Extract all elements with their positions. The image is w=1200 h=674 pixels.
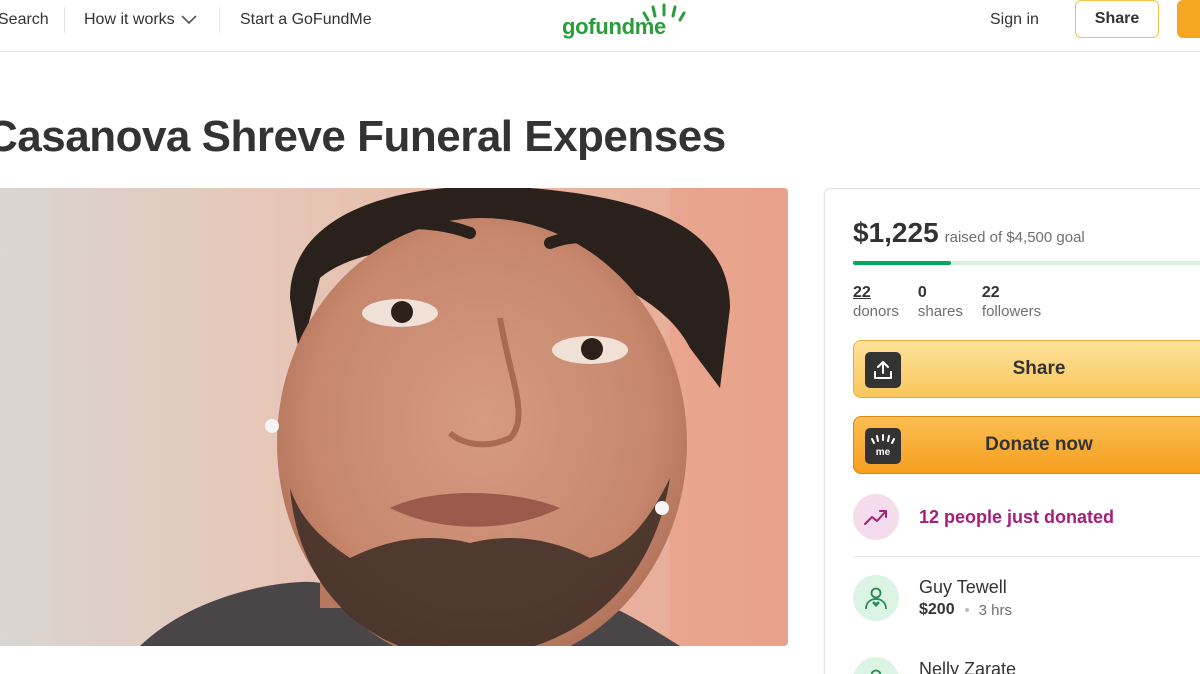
- header-start-button[interactable]: [1177, 0, 1200, 38]
- share-button-label: Share: [1012, 358, 1066, 379]
- donor-name: Nelly Zarate: [919, 659, 1017, 674]
- nav-start-label: Start a GoFundMe: [240, 11, 372, 28]
- raised-amount: $1,225: [853, 217, 939, 248]
- campaign-hero-photo: [0, 188, 788, 646]
- trending-up-icon: [853, 494, 899, 540]
- stat-followers: 22 followers: [982, 283, 1041, 322]
- header-share-button[interactable]: Share: [1075, 0, 1159, 38]
- stat-followers-label: followers: [981, 303, 1042, 320]
- progress-bar-fill: [853, 261, 951, 265]
- nav-start-gofundme-link[interactable]: Start a GoFundMe: [240, 10, 372, 30]
- raised-summary: $1,225 raised of $4,500 goal: [853, 217, 1085, 249]
- raised-goal-text: raised of $4,500 goal: [944, 229, 1085, 246]
- campaign-title: Casanova Shreve Funeral Expenses: [0, 112, 726, 161]
- donate-now-button[interactable]: me Donate now: [853, 416, 1200, 474]
- logo-sun-icon: [642, 3, 686, 22]
- stat-donors-label: donors: [853, 303, 899, 320]
- separator-dot: [964, 608, 969, 612]
- campaign-stats: 22 donors 0 shares 22 followers: [853, 283, 1060, 322]
- donor-meta: $200 3 hrs: [919, 601, 1012, 619]
- stat-followers-value: 22: [981, 284, 1000, 301]
- gofundme-logo[interactable]: gofundme: [562, 2, 692, 42]
- donation-amount: $200: [919, 601, 955, 618]
- donor-info: Guy Tewell $200 3 hrs: [919, 575, 1012, 621]
- card-divider: [853, 556, 1200, 557]
- share-upload-icon: [865, 352, 901, 388]
- campaign-photo-illustration: [0, 188, 788, 646]
- nav-signin-link[interactable]: Sign in: [990, 10, 1039, 30]
- stat-donors-value[interactable]: 22: [853, 283, 899, 302]
- recent-donations-trend: 12 people just donated: [853, 494, 1114, 540]
- nav-divider: [219, 7, 220, 33]
- donation-list-item: Guy Tewell $200 3 hrs: [853, 575, 1012, 621]
- nav-signin-label: Sign in: [990, 11, 1039, 28]
- stat-shares-value: 0: [917, 284, 927, 301]
- stat-donors[interactable]: 22 donors: [853, 283, 899, 322]
- donation-time: 3 hrs: [978, 601, 1012, 619]
- stat-shares: 0 shares: [918, 283, 963, 322]
- donor-info: Nelly Zarate: [919, 657, 1016, 674]
- header-share-label: Share: [1094, 10, 1140, 27]
- donation-sidebar-card: $1,225 raised of $4,500 goal 22 donors 0…: [824, 188, 1200, 674]
- top-nav: Search How it works Start a GoFundMe gof…: [0, 0, 1200, 52]
- donor-heart-hand-icon: [853, 575, 899, 621]
- chevron-down-icon: [181, 15, 197, 25]
- nav-how-it-works-dropdown[interactable]: How it works: [84, 10, 197, 30]
- donor-name: Guy Tewell: [919, 577, 1007, 597]
- stat-shares-label: shares: [917, 303, 963, 320]
- nav-divider: [64, 7, 65, 33]
- nav-search-link[interactable]: Search: [0, 10, 49, 30]
- gofundme-badge-icon: me: [865, 428, 901, 464]
- trending-text: 12 people just donated: [919, 506, 1115, 527]
- donate-button-label: Donate now: [985, 434, 1093, 455]
- progress-bar: [853, 261, 1200, 265]
- nav-search-label: Search: [0, 11, 49, 28]
- badge-text: me: [876, 447, 891, 458]
- share-button[interactable]: Share: [853, 340, 1200, 398]
- donation-list-item: Nelly Zarate: [853, 657, 1016, 674]
- donor-heart-hand-icon: [853, 657, 899, 674]
- nav-how-it-works-label: How it works: [84, 11, 175, 28]
